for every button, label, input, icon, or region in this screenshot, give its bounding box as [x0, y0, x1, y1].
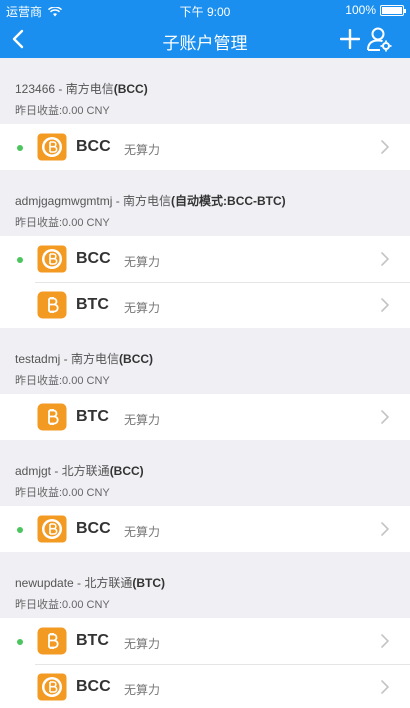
user-settings-icon [367, 27, 392, 52]
account-mode: (BCC) [113, 82, 148, 96]
coin-row[interactable]: BCC 无算力 [0, 236, 410, 282]
chevron-right-icon [380, 139, 390, 155]
coin-row[interactable]: BCC 无算力 [0, 664, 410, 708]
coin-row[interactable]: BCC 无算力 [0, 124, 410, 170]
coin-row[interactable]: BTC 无算力 [0, 394, 410, 440]
account-mode: (自动模式:BCC-BTC) [171, 194, 286, 208]
hashrate-status: 无算力 [124, 301, 161, 315]
account-title: 123466 - 南方电信(BCC) [15, 80, 410, 98]
account-name: testadmj - 南方电信 [15, 352, 120, 366]
coin-symbol: BTC [76, 632, 109, 649]
sub-account-list: 123466 - 南方电信(BCC) 昨日收益:0.00 CNY BCC 无算力 adm… [0, 58, 410, 708]
account-mode: (BTC) [132, 576, 166, 590]
hashrate-status: 无算力 [124, 637, 161, 651]
active-status-dot [17, 527, 23, 533]
chevron-right-icon [380, 679, 390, 695]
active-status-dot [17, 639, 23, 645]
btc-coin-icon [37, 403, 67, 431]
hashrate-status: 无算力 [124, 525, 161, 539]
status-right: 100% [345, 3, 406, 17]
account-earnings: 昨日收益:0.00 CNY [15, 599, 110, 611]
chevron-right-icon [380, 251, 390, 267]
chevron-right-icon [380, 633, 390, 649]
account-header: admjgt - 北方联通(BCC) 昨日收益:0.00 CNY [0, 440, 410, 506]
account-header: newupdate - 北方联通(BTC) 昨日收益:0.00 CNY [0, 552, 410, 618]
coin-row[interactable]: BTC 无算力 [0, 282, 410, 328]
coin-symbol: BCC [76, 678, 111, 695]
account-title: admjgagmwgmtmj - 南方电信(自动模式:BCC-BTC) [15, 192, 410, 210]
account-name: admjgt - 北方联通 [15, 464, 110, 478]
account-earnings: 昨日收益:0.00 CNY [15, 375, 110, 387]
account-mode: (BCC) [109, 464, 144, 478]
coin-symbol: BTC [76, 296, 109, 313]
add-button[interactable] [338, 25, 362, 53]
btc-coin-icon [37, 627, 67, 655]
user-manage-button[interactable] [365, 24, 393, 54]
coin-symbol: BCC [76, 520, 111, 537]
bcc-coin-icon [37, 515, 67, 543]
hashrate-status: 无算力 [124, 255, 161, 269]
chevron-right-icon [380, 409, 390, 425]
account-name: newupdate - 北方联通 [15, 576, 133, 590]
bcc-coin-icon [37, 245, 67, 273]
status-bar: 运营商 下午 9:00 100% [0, 0, 410, 20]
account-name: 123466 - 南方电信 [15, 82, 114, 96]
account-title: admjgt - 北方联通(BCC) [15, 462, 410, 480]
account-title: testadmj - 南方电信(BCC) [15, 350, 410, 368]
nav-bar: 子账户管理 [0, 20, 410, 58]
chevron-right-icon [380, 521, 390, 537]
chevron-right-icon [380, 297, 390, 313]
account-header: testadmj - 南方电信(BCC) 昨日收益:0.00 CNY [0, 328, 410, 394]
hashrate-status: 无算力 [124, 143, 161, 157]
active-status-dot [17, 145, 23, 151]
bcc-coin-icon [37, 673, 67, 701]
active-status-dot [17, 257, 23, 263]
account-earnings: 昨日收益:0.00 CNY [15, 217, 110, 229]
hashrate-status: 无算力 [124, 683, 161, 697]
account-name: admjgagmwgmtmj - 南方电信 [15, 194, 172, 208]
plus-icon [340, 29, 360, 49]
coin-row[interactable]: BTC 无算力 [0, 618, 410, 664]
coin-symbol: BCC [76, 250, 111, 267]
bcc-coin-icon [37, 133, 67, 161]
account-header: admjgagmwgmtmj - 南方电信(自动模式:BCC-BTC) 昨日收益:… [0, 170, 410, 236]
btc-coin-icon [37, 291, 67, 319]
battery-percent: 100% [345, 3, 376, 17]
account-header: 123466 - 南方电信(BCC) 昨日收益:0.00 CNY [0, 58, 410, 124]
battery-icon [380, 4, 406, 16]
hashrate-status: 无算力 [124, 413, 161, 427]
account-earnings: 昨日收益:0.00 CNY [15, 487, 110, 499]
coin-symbol: BCC [76, 138, 111, 155]
coin-row[interactable]: BCC 无算力 [0, 506, 410, 552]
account-mode: (BCC) [119, 352, 154, 366]
coin-symbol: BTC [76, 408, 109, 425]
account-earnings: 昨日收益:0.00 CNY [15, 105, 110, 117]
account-title: newupdate - 北方联通(BTC) [15, 574, 410, 592]
